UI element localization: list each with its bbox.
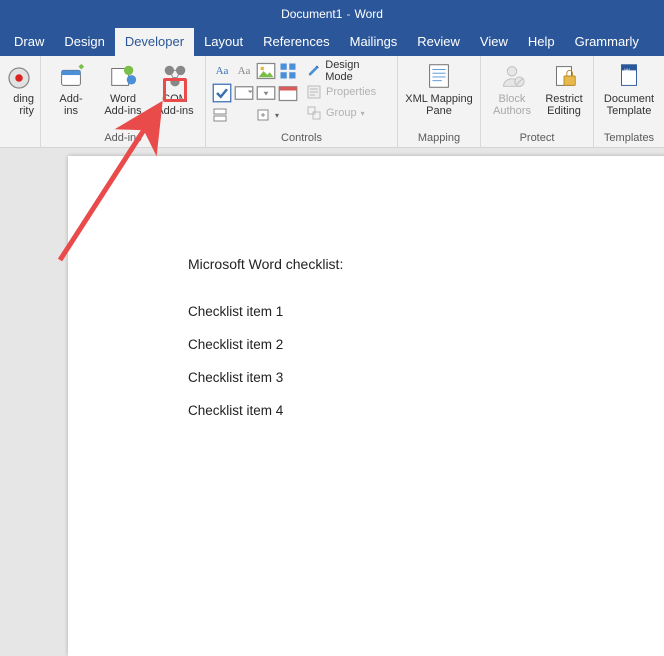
properties-icon xyxy=(306,84,322,100)
word-addins-button[interactable]: WordAdd-ins xyxy=(99,59,147,117)
title-bar: Document1 - Word xyxy=(0,0,664,28)
group-button[interactable]: Group ▾ xyxy=(302,103,391,123)
xml-mapping-icon xyxy=(424,61,454,91)
tab-draw[interactable]: Draw xyxy=(4,28,54,56)
recording-icon xyxy=(4,63,34,93)
restrict-editing-icon xyxy=(549,61,579,91)
tab-help[interactable]: Help xyxy=(518,28,565,56)
title-separator: - xyxy=(346,7,350,21)
building-block-control-button[interactable] xyxy=(278,61,298,81)
checkbox-icon xyxy=(212,83,232,103)
tab-developer[interactable]: Developer xyxy=(115,28,194,56)
picture-control-button[interactable] xyxy=(256,61,276,81)
word-addins-icon xyxy=(108,61,138,91)
checklist-item: Checklist item 2 xyxy=(188,337,568,352)
design-mode-button[interactable]: Design Mode xyxy=(302,61,391,81)
dropdown-control-button[interactable] xyxy=(256,83,276,103)
app-name: Word xyxy=(354,7,382,21)
legacy-tools-button[interactable]: ▾ xyxy=(256,105,298,125)
block-authors-button[interactable]: BlockAuthors xyxy=(487,59,537,117)
date-picker-control-button[interactable] xyxy=(278,83,298,103)
ribbon-tabs: Draw Design Developer Layout References … xyxy=(0,28,664,56)
combobox-icon xyxy=(234,83,254,103)
rich-text-control-button[interactable]: Aa xyxy=(212,61,232,81)
tab-grammarly[interactable]: Grammarly xyxy=(565,28,649,56)
controls-gallery: Aa Aa ▾ xyxy=(212,59,298,125)
ribbon-group-partial: dingrity xyxy=(0,56,41,147)
xml-mapping-pane-button[interactable]: XML MappingPane xyxy=(404,59,474,117)
tab-references[interactable]: References xyxy=(253,28,339,56)
document-template-button[interactable]: W DocumentTemplate xyxy=(600,59,658,117)
restrict-editing-button[interactable]: RestrictEditing xyxy=(541,59,587,117)
com-addins-icon xyxy=(160,61,190,91)
document-page[interactable]: Microsoft Word checklist: Checklist item… xyxy=(68,156,664,656)
date-picker-icon xyxy=(278,83,298,103)
tab-mailings[interactable]: Mailings xyxy=(340,28,408,56)
svg-text:W: W xyxy=(624,68,630,74)
partial-label-1: ding xyxy=(13,93,34,105)
checklist-item: Checklist item 4 xyxy=(188,403,568,418)
properties-button[interactable]: Properties xyxy=(302,82,391,102)
tab-design[interactable]: Design xyxy=(54,28,114,56)
ribbon-group-addins: Add-ins WordAdd-ins COMAdd-ins Add-ins xyxy=(41,56,206,147)
group-icon xyxy=(306,105,322,121)
repeating-icon xyxy=(212,107,228,123)
building-block-icon xyxy=(278,61,298,81)
dropdown-icon xyxy=(256,83,276,103)
checklist-item: Checklist item 3 xyxy=(188,370,568,385)
group-title-protect: Protect xyxy=(487,130,587,146)
plain-text-control-button[interactable]: Aa xyxy=(234,61,254,81)
ribbon-group-mapping: XML MappingPane Mapping xyxy=(398,56,481,147)
tab-view[interactable]: View xyxy=(470,28,518,56)
tab-review[interactable]: Review xyxy=(407,28,470,56)
doc-title: Document1 xyxy=(281,7,342,21)
document-workspace[interactable]: Microsoft Word checklist: Checklist item… xyxy=(0,148,664,500)
ribbon: dingrity Add-ins WordAdd-ins COMAdd-ins … xyxy=(0,56,664,148)
group-title-controls: Controls xyxy=(212,130,391,146)
repeating-section-control-button[interactable] xyxy=(212,105,254,125)
legacy-tools-icon xyxy=(256,107,272,123)
addins-icon xyxy=(56,61,86,91)
combobox-control-button[interactable] xyxy=(234,83,254,103)
group-title-templates: Templates xyxy=(600,130,658,146)
group-title-addins: Add-ins xyxy=(47,130,199,146)
checkbox-control-button[interactable] xyxy=(212,83,232,103)
ribbon-group-protect: BlockAuthors RestrictEditing Protect xyxy=(481,56,594,147)
document-template-icon: W xyxy=(614,61,644,91)
picture-icon xyxy=(256,61,276,81)
checklist-item: Checklist item 1 xyxy=(188,304,568,319)
design-mode-icon xyxy=(306,63,321,78)
doc-heading: Microsoft Word checklist: xyxy=(188,256,568,272)
partial-label-2: rity xyxy=(19,105,34,117)
block-authors-icon xyxy=(497,61,527,91)
group-title-mapping: Mapping xyxy=(404,130,474,146)
ribbon-group-templates: W DocumentTemplate Templates xyxy=(594,56,664,147)
ribbon-group-controls: Aa Aa ▾ Design Mode Properties xyxy=(206,56,398,147)
tab-layout[interactable]: Layout xyxy=(194,28,253,56)
com-addins-button[interactable]: COMAdd-ins xyxy=(151,59,199,117)
addins-button[interactable]: Add-ins xyxy=(47,59,95,117)
